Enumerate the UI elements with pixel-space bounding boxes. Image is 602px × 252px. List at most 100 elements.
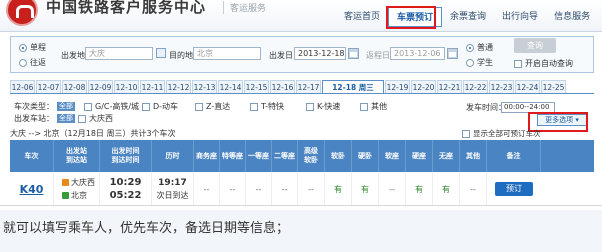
time-cell: 10:29 05:22 [100, 172, 152, 205]
arrival-station-icon [62, 192, 69, 199]
train-type-filter: 车次类型： 全部 [14, 102, 75, 111]
show-all-option[interactable]: 显示全部可预订车次 [462, 128, 541, 139]
date-tab[interactable]: 12-18 周三 [322, 80, 384, 93]
duration-note: 次日到达 [156, 190, 189, 200]
seat-availability: -- [246, 172, 272, 205]
column-header: 软卧 [325, 140, 352, 172]
depart-date-input[interactable]: 2013-12-18 [294, 47, 346, 60]
date-tab[interactable]: 12-22 [463, 80, 488, 93]
caption-text: 就可以填写乘车人，优先车次，备选日期等信息； [3, 221, 290, 236]
type-k-option[interactable]: K-快速 [306, 101, 340, 112]
column-header: 硬卧 [352, 140, 379, 172]
ticket-type-normal[interactable]: 普通 [466, 42, 493, 53]
radio-icon[interactable] [19, 43, 27, 52]
type-z-option[interactable]: Z-直达 [195, 101, 230, 112]
checkbox-icon[interactable] [462, 129, 470, 138]
date-tab[interactable]: 12-11 [140, 80, 165, 93]
date-tab[interactable]: 12-13 [192, 80, 217, 93]
book-button[interactable]: 预订 [495, 182, 533, 196]
trip-single-option[interactable]: 单程 [19, 42, 46, 53]
station-name: 大庆西 [89, 114, 113, 123]
date-tab[interactable]: 12-21 [437, 80, 462, 93]
date-tab[interactable]: 12-23 [489, 80, 514, 93]
nav-home[interactable]: 客运首页 [336, 7, 388, 27]
radio-icon[interactable] [466, 43, 474, 52]
type-gc-option[interactable]: G/C-高铁/城 [84, 101, 139, 112]
checkbox-icon[interactable] [78, 114, 86, 123]
calendar-icon[interactable] [447, 48, 458, 59]
seat-availability: 有 [352, 172, 379, 205]
radio-icon[interactable] [19, 58, 27, 67]
checkbox-icon[interactable] [306, 102, 314, 111]
checkbox-icon[interactable] [514, 59, 522, 68]
radio-icon[interactable] [466, 58, 474, 67]
type-all-tag[interactable]: 全部 [57, 102, 75, 111]
seat-availability: -- [220, 172, 246, 205]
date-tab[interactable]: 12-20 [411, 80, 436, 93]
from-input[interactable]: 大庆 [85, 47, 153, 60]
ticket-type-student[interactable]: 学生 [466, 57, 493, 68]
calendar-icon[interactable] [348, 48, 359, 59]
column-header: 软座 [379, 140, 406, 172]
column-header: 商务座 [194, 140, 220, 172]
seat-availability: 有 [406, 172, 433, 205]
date-tab[interactable]: 12-14 [218, 80, 243, 93]
date-tab[interactable]: 12-25 [541, 80, 566, 93]
date-tab[interactable]: 12-09 [88, 80, 113, 93]
site-subtitle: 客运服务 [223, 1, 266, 14]
swap-icon[interactable] [156, 48, 166, 58]
seat-availability: 有 [433, 172, 460, 205]
nav-travel-guide[interactable]: 出行向导 [494, 7, 546, 27]
date-tab[interactable]: 12-08 [62, 80, 87, 93]
remark-cell: 预订 [487, 172, 541, 205]
date-tab[interactable]: 12-16 [270, 80, 295, 93]
caption-bar: 就可以填写乘车人，优先车次，备选日期等信息； [0, 210, 602, 252]
seat-availability: -- [298, 172, 325, 205]
checkbox-icon[interactable] [142, 102, 150, 111]
departure-station-icon [62, 179, 69, 186]
search-panel: 单程 往返 出发地 大庆 目的地 北京 出发日 2013-12-18 返程日 2… [10, 36, 594, 73]
duration: 19:17 [158, 177, 187, 188]
type-d-option[interactable]: D-动车 [142, 101, 178, 112]
nav-info-service[interactable]: 信息服务 [546, 7, 598, 27]
date-tab[interactable]: 12-19 [385, 80, 410, 93]
train-number-link[interactable]: K40 [20, 183, 44, 196]
date-tab[interactable]: 12-06 [10, 80, 35, 93]
nav-remaining-tickets[interactable]: 余票查询 [442, 7, 494, 27]
main-nav: 客运首页 车票预订 余票查询 出行向导 信息服务 [336, 7, 598, 27]
nav-highlight-box [386, 6, 436, 29]
screenshot-frame: 中国铁路客户服务中心 客运服务 客运首页 车票预订 余票查询 出行向导 信息服务… [0, 0, 602, 206]
date-tab[interactable]: 12-24 [515, 80, 540, 93]
date-tab[interactable]: 12-15 [244, 80, 269, 93]
checkbox-icon[interactable] [360, 102, 368, 111]
filter-panel: 车次类型： 全部 G/C-高铁/城 D-动车 Z-直达 T-特快 K-快速 其他… [10, 97, 594, 126]
site-header: 中国铁路客户服务中心 客运服务 客运首页 车票预订 余票查询 出行向导 信息服务 [0, 0, 602, 32]
date-tab[interactable]: 12-10 [114, 80, 139, 93]
date-label: 出发日 [269, 51, 293, 60]
seat-availability: -- [194, 172, 220, 205]
date-tab[interactable]: 12-17 [296, 80, 321, 93]
type-other-option[interactable]: 其他 [360, 101, 387, 112]
to-input[interactable]: 北京 [193, 47, 261, 60]
auto-query-option[interactable]: 开启自动查询 [514, 58, 573, 69]
date-tab[interactable]: 12-07 [36, 80, 61, 93]
column-header: 备注 [487, 140, 541, 172]
column-header: 其他 [460, 140, 487, 172]
arrive-time: 05:22 [109, 190, 142, 201]
column-header: 出发时间 到达时间 [100, 140, 152, 172]
return-date-input[interactable]: 2013-12-06 [390, 47, 445, 60]
trip-round-option[interactable]: 往返 [19, 57, 46, 68]
checkbox-icon[interactable] [195, 102, 203, 111]
duration-cell: 19:17 次日到达 [152, 172, 194, 205]
seat-availability: 有 [325, 172, 352, 205]
table-row: K40 大庆西 北京 10:29 05:22 19:17 次日到达 -- -- --… [10, 172, 594, 205]
checkbox-icon[interactable] [250, 102, 258, 111]
date-tab[interactable]: 12-12 [166, 80, 191, 93]
station-cell: 大庆西 北京 [54, 172, 100, 205]
checkbox-icon[interactable] [84, 102, 92, 111]
station-all-tag[interactable]: 全部 [57, 114, 75, 123]
column-header: 二等座 [272, 140, 298, 172]
type-t-option[interactable]: T-特快 [250, 101, 284, 112]
query-button[interactable]: 查询 [514, 38, 556, 53]
station-filter: 出发车站： 全部 大庆西 [14, 114, 113, 123]
